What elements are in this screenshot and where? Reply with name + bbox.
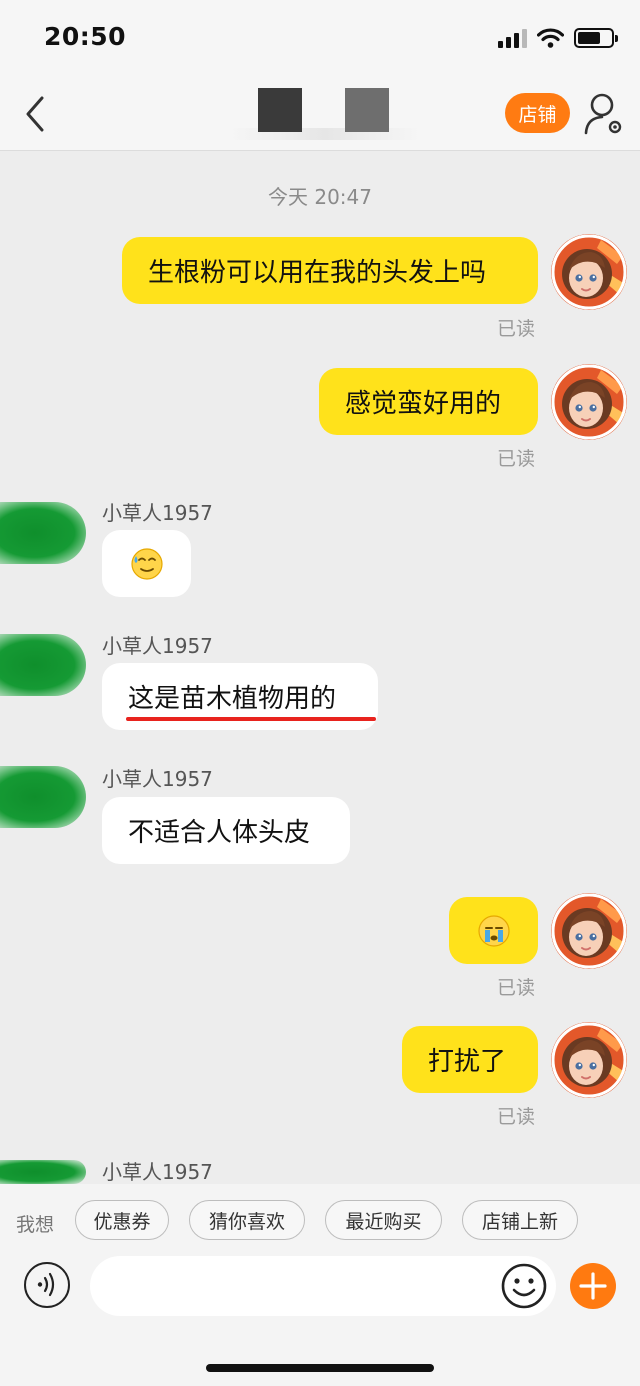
- sweat-smile-emoji-icon: [130, 547, 163, 580]
- seller-avatar[interactable]: [0, 502, 86, 564]
- my-avatar[interactable]: [551, 893, 627, 969]
- plus-icon: [579, 1272, 607, 1300]
- sender-name: 小草人1957: [102, 1160, 213, 1184]
- read-receipt: 已读: [497, 977, 536, 999]
- status-time: 20:50: [44, 22, 127, 51]
- redacted-title-block: [345, 88, 389, 132]
- my-message-bubble[interactable]: 生根粉可以用在我的头发上吗: [122, 237, 538, 304]
- their-message-bubble[interactable]: [102, 530, 191, 597]
- input-panel: 我想 优惠券 猜你喜欢 最近购买 店铺上新: [0, 1184, 640, 1386]
- my-avatar[interactable]: [551, 364, 627, 440]
- quick-reply-chip[interactable]: 最近购买: [325, 1200, 442, 1240]
- seller-avatar[interactable]: [0, 766, 86, 828]
- chat-date-label: 今天 20:47: [268, 185, 372, 209]
- quick-reply-chip[interactable]: 猜你喜欢: [189, 1200, 305, 1240]
- redacted-title-block: [258, 88, 302, 132]
- quick-reply-label: 我想: [16, 1214, 55, 1236]
- chat-header: 店铺: [0, 78, 640, 151]
- battery-icon: [574, 28, 618, 48]
- status-bar: 20:50: [0, 0, 640, 78]
- my-message-bubble[interactable]: [449, 897, 538, 964]
- shop-button[interactable]: 店铺: [505, 93, 570, 133]
- crying-emoji-icon: [477, 914, 510, 947]
- voice-wave-icon: [37, 1272, 55, 1297]
- voice-input-button[interactable]: [24, 1262, 70, 1308]
- my-avatar[interactable]: [551, 234, 627, 310]
- read-receipt: 已读: [497, 318, 536, 340]
- their-message-bubble[interactable]: 不适合人体头皮: [102, 797, 350, 864]
- sender-name: 小草人1957: [102, 767, 213, 791]
- my-message-bubble[interactable]: 感觉蛮好用的: [319, 368, 538, 435]
- user-settings-icon[interactable]: [583, 91, 625, 137]
- message-input[interactable]: [90, 1256, 556, 1316]
- cellular-signal-icon: [498, 28, 527, 48]
- my-message-bubble[interactable]: 打扰了: [402, 1026, 538, 1093]
- sender-name: 小草人1957: [102, 634, 213, 658]
- home-indicator: [206, 1364, 434, 1372]
- emoji-button-icon[interactable]: [500, 1262, 548, 1310]
- read-receipt: 已读: [497, 1106, 536, 1128]
- quick-reply-chip[interactable]: 店铺上新: [462, 1200, 578, 1240]
- read-receipt: 已读: [497, 448, 536, 470]
- seller-avatar[interactable]: [0, 634, 86, 696]
- seller-avatar[interactable]: [0, 1160, 86, 1184]
- wifi-icon: [537, 28, 564, 48]
- sender-name: 小草人1957: [102, 501, 213, 525]
- status-icons: [498, 28, 618, 48]
- more-options-button[interactable]: [570, 1263, 616, 1309]
- my-avatar[interactable]: [551, 1022, 627, 1098]
- quick-reply-chip[interactable]: 优惠券: [75, 1200, 169, 1240]
- back-button[interactable]: [18, 92, 54, 136]
- red-underline-annotation: [126, 717, 376, 721]
